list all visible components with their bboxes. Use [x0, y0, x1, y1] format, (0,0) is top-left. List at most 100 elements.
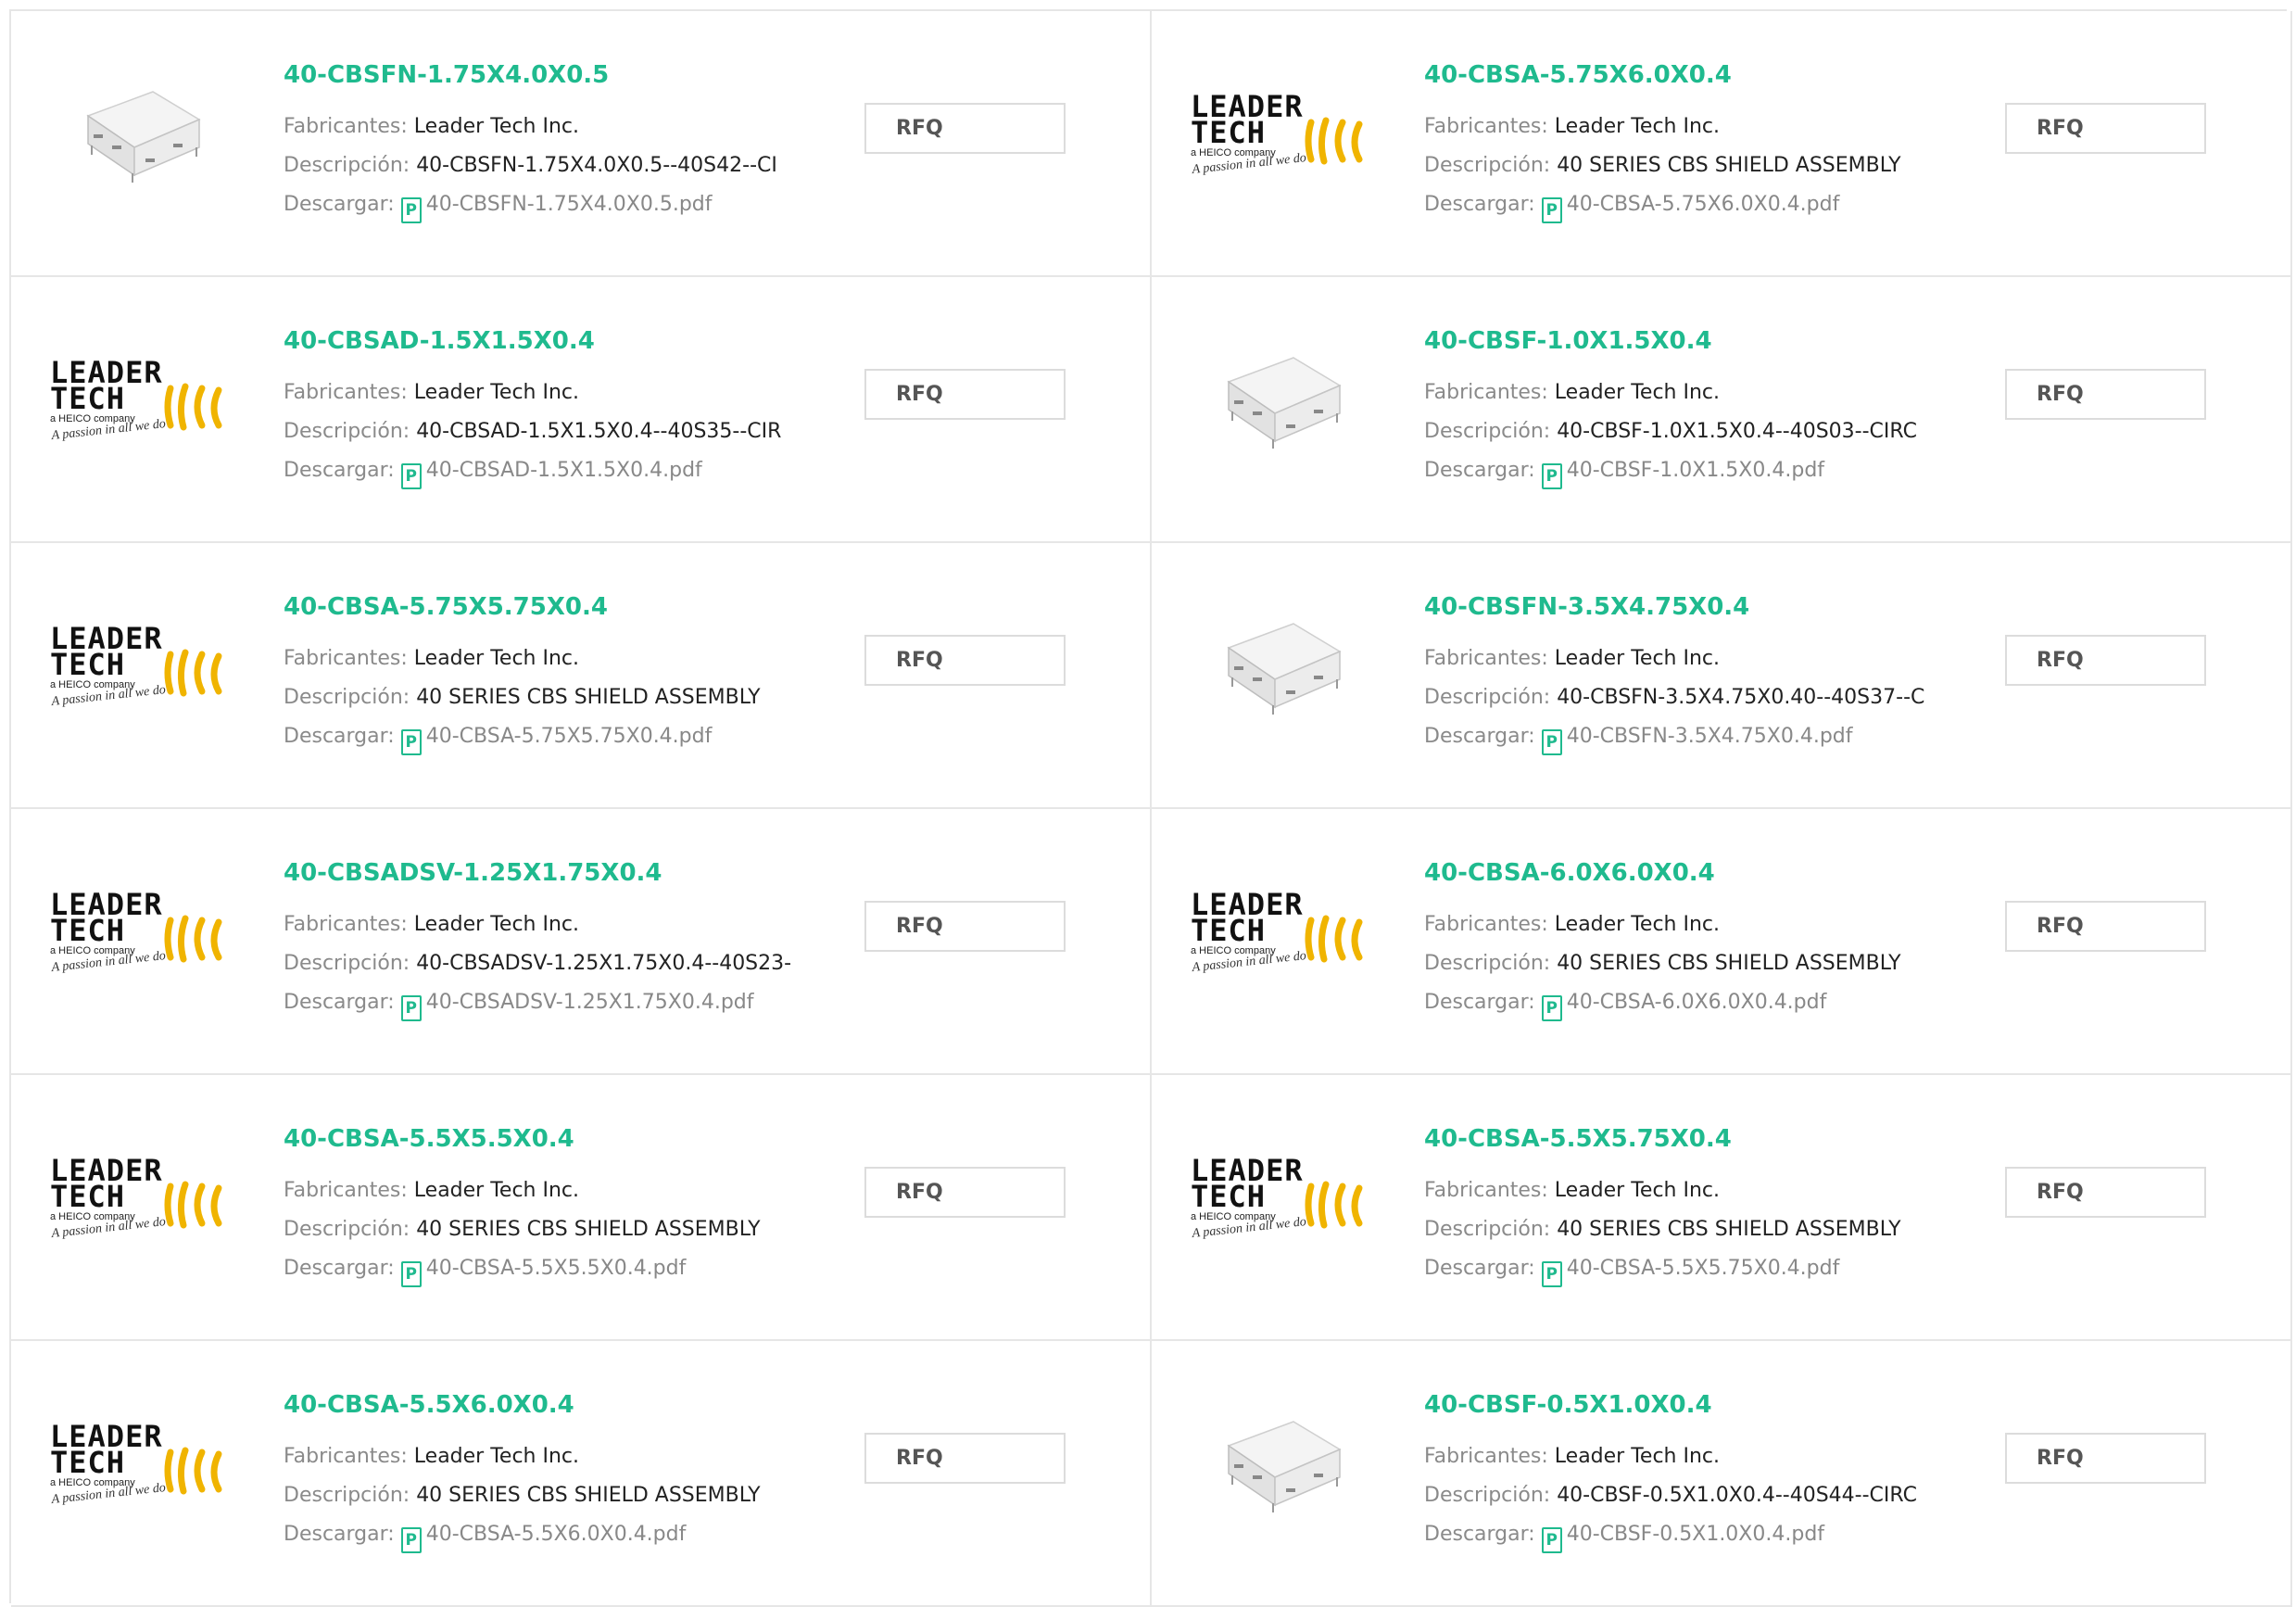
download-label: Descargar:: [1424, 459, 1535, 482]
rfq-button[interactable]: RFQ: [864, 1167, 1066, 1218]
manufacturer-row: Fabricantes: Leader Tech Inc.: [1424, 905, 1943, 944]
datasheet-filename: 40-CBSADSV-1.25X1.75X0.4.pdf: [425, 991, 754, 1014]
datasheet-link[interactable]: P 40-CBSA-5.5X5.75X0.4.pdf: [1541, 1257, 1839, 1287]
datasheet-link[interactable]: P 40-CBSF-0.5X1.0X0.4.pdf: [1541, 1523, 1825, 1553]
product-thumbnail[interactable]: LEADER TECH a HEICO company A passion in al…: [1189, 1126, 1374, 1274]
download-row: Descargar: P 40-CBSA-5.5X5.5X0.4.pdf: [284, 1249, 802, 1288]
product-thumbnail[interactable]: [48, 62, 233, 210]
datasheet-filename: 40-CBSF-0.5X1.0X0.4.pdf: [1566, 1523, 1825, 1546]
rfq-button[interactable]: RFQ: [2005, 369, 2206, 420]
pdf-icon: P: [400, 729, 422, 755]
description-value: 40-CBSF-0.5X1.0X0.4--40S44--CIRC: [1557, 1484, 1917, 1507]
manufacturer-label: Fabricantes:: [1424, 1445, 1548, 1468]
product-name-link[interactable]: 40-CBSA-5.75X6.0X0.4: [1424, 61, 1943, 89]
manufacturer-label: Fabricantes:: [284, 1445, 408, 1468]
download-label: Descargar:: [284, 193, 395, 216]
pdf-icon: P: [1541, 463, 1562, 489]
product-thumbnail[interactable]: LEADER TECH a HEICO company A passion in al…: [48, 1126, 233, 1274]
product-thumbnail[interactable]: LEADER TECH a HEICO company A passion in al…: [1189, 860, 1374, 1008]
rfq-button[interactable]: RFQ: [864, 901, 1066, 952]
product-name-link[interactable]: 40-CBSF-0.5X1.0X0.4: [1424, 1391, 1943, 1419]
product-thumbnail[interactable]: LEADER TECH a HEICO company A passion in al…: [1189, 62, 1374, 210]
datasheet-link[interactable]: P 40-CBSFN-3.5X4.75X0.4.pdf: [1541, 725, 1853, 755]
datasheet-link[interactable]: P 40-CBSA-5.5X6.0X0.4.pdf: [400, 1523, 687, 1553]
svg-text:TECH: TECH: [50, 381, 125, 416]
product-info: 40-CBSFN-3.5X4.75X0.4 Fabricantes: Leade…: [1424, 593, 1943, 756]
rfq-button[interactable]: RFQ: [864, 635, 1066, 686]
datasheet-link[interactable]: P 40-CBSFN-1.75X4.0X0.5.pdf: [400, 193, 713, 223]
description-row: Descripción: 40 SERIES CBS SHIELD ASSEMB…: [284, 678, 802, 717]
manufacturer-label: Fabricantes:: [284, 1179, 408, 1202]
product-name-link[interactable]: 40-CBSF-1.0X1.5X0.4: [1424, 327, 1943, 355]
download-label: Descargar:: [284, 725, 395, 748]
download-row: Descargar: P 40-CBSA-5.75X6.0X0.4.pdf: [1424, 185, 1943, 224]
manufacturer-value: Leader Tech Inc.: [413, 1179, 580, 1202]
manufacturer-label: Fabricantes:: [284, 913, 408, 936]
description-row: Descripción: 40-CBSAD-1.5X1.5X0.4--40S35…: [284, 412, 802, 451]
datasheet-link[interactable]: P 40-CBSA-5.75X6.0X0.4.pdf: [1541, 193, 1839, 223]
datasheet-link[interactable]: P 40-CBSADSV-1.25X1.75X0.4.pdf: [400, 991, 754, 1021]
download-label: Descargar:: [1424, 991, 1535, 1014]
product-info: 40-CBSF-0.5X1.0X0.4 Fabricantes: Leader …: [1424, 1391, 1943, 1554]
product-thumbnail[interactable]: [1189, 1392, 1374, 1540]
manufacturer-row: Fabricantes: Leader Tech Inc.: [284, 1171, 802, 1210]
rfq-button[interactable]: RFQ: [864, 1433, 1066, 1484]
description-row: Descripción: 40-CBSFN-3.5X4.75X0.40--40S…: [1424, 678, 1943, 717]
shield-chip-image: [1227, 623, 1342, 715]
rfq-button[interactable]: RFQ: [2005, 635, 2206, 686]
product-name-link[interactable]: 40-CBSA-5.5X5.5X0.4: [284, 1125, 802, 1153]
manufacturer-label: Fabricantes:: [1424, 115, 1548, 138]
product-name-link[interactable]: 40-CBSA-6.0X6.0X0.4: [1424, 859, 1943, 887]
svg-text:TECH: TECH: [1191, 115, 1266, 150]
product-name-link[interactable]: 40-CBSA-5.5X6.0X0.4: [284, 1391, 802, 1419]
product-thumbnail[interactable]: LEADER TECH a HEICO company A passion in al…: [48, 328, 233, 476]
description-value: 40-CBSFN-3.5X4.75X0.40--40S37--C: [1557, 686, 1925, 709]
product-thumbnail[interactable]: LEADER TECH a HEICO company A passion in al…: [48, 594, 233, 742]
manufacturer-label: Fabricantes:: [284, 647, 408, 670]
datasheet-link[interactable]: P 40-CBSAD-1.5X1.5X0.4.pdf: [400, 459, 702, 489]
datasheet-link[interactable]: P 40-CBSF-1.0X1.5X0.4.pdf: [1541, 459, 1824, 489]
description-row: Descripción: 40-CBSF-0.5X1.0X0.4--40S44-…: [1424, 1476, 1943, 1515]
datasheet-link[interactable]: P 40-CBSA-5.5X5.5X0.4.pdf: [400, 1257, 686, 1287]
manufacturer-value: Leader Tech Inc.: [413, 913, 580, 936]
product-thumbnail[interactable]: [1189, 594, 1374, 742]
download-row: Descargar: P 40-CBSADSV-1.25X1.75X0.4.pdf: [284, 983, 802, 1022]
product-info: 40-CBSADSV-1.25X1.75X0.4 Fabricantes: Le…: [284, 859, 802, 1022]
description-value: 40-CBSADSV-1.25X1.75X0.4--40S23-: [416, 952, 792, 975]
datasheet-filename: 40-CBSA-5.5X6.0X0.4.pdf: [425, 1523, 687, 1546]
description-label: Descripción:: [284, 154, 410, 177]
download-label: Descargar:: [284, 991, 395, 1014]
datasheet-link[interactable]: P 40-CBSA-6.0X6.0X0.4.pdf: [1541, 991, 1826, 1021]
product-name-link[interactable]: 40-CBSADSV-1.25X1.75X0.4: [284, 859, 802, 887]
product-thumbnail[interactable]: LEADER TECH a HEICO company A passion in al…: [48, 860, 233, 1008]
product-name-link[interactable]: 40-CBSA-5.75X5.75X0.4: [284, 593, 802, 621]
rfq-button[interactable]: RFQ: [2005, 103, 2206, 154]
pdf-icon: P: [400, 197, 422, 223]
manufacturer-row: Fabricantes: Leader Tech Inc.: [284, 373, 802, 412]
description-value: 40-CBSF-1.0X1.5X0.4--40S03--CIRC: [1557, 420, 1917, 443]
rfq-button[interactable]: RFQ: [2005, 1167, 2206, 1218]
leader-tech-logo: LEADERTECHa HEICO companyA passion in al…: [50, 1153, 222, 1241]
rfq-button[interactable]: RFQ: [2005, 901, 2206, 952]
download-label: Descargar:: [284, 1523, 395, 1546]
download-row: Descargar: P 40-CBSA-5.5X5.75X0.4.pdf: [1424, 1249, 1943, 1288]
product-info: 40-CBSA-5.5X6.0X0.4 Fabricantes: Leader …: [284, 1391, 802, 1554]
rfq-button[interactable]: RFQ: [864, 103, 1066, 154]
description-row: Descripción: 40 SERIES CBS SHIELD ASSEMB…: [284, 1210, 802, 1249]
datasheet-link[interactable]: P 40-CBSA-5.75X5.75X0.4.pdf: [400, 725, 712, 755]
datasheet-filename: 40-CBSFN-1.75X4.0X0.5.pdf: [425, 193, 713, 216]
product-name-link[interactable]: 40-CBSFN-1.75X4.0X0.5: [284, 61, 802, 89]
rfq-button[interactable]: RFQ: [864, 369, 1066, 420]
product-thumbnail[interactable]: LEADER TECH a HEICO company A passion in al…: [48, 1392, 233, 1540]
description-label: Descripción:: [284, 686, 410, 709]
product-name-link[interactable]: 40-CBSFN-3.5X4.75X0.4: [1424, 593, 1943, 621]
product-info: 40-CBSA-5.75X6.0X0.4 Fabricantes: Leader…: [1424, 61, 1943, 224]
svg-text:TECH: TECH: [50, 647, 125, 682]
product-name-link[interactable]: 40-CBSA-5.5X5.75X0.4: [1424, 1125, 1943, 1153]
product-card: 40-CBSFN-1.75X4.0X0.5 Fabricantes: Leade…: [11, 11, 1152, 277]
svg-text:TECH: TECH: [1191, 913, 1266, 948]
description-value: 40 SERIES CBS SHIELD ASSEMBLY: [1557, 952, 1901, 975]
rfq-button[interactable]: RFQ: [2005, 1433, 2206, 1484]
product-thumbnail[interactable]: [1189, 328, 1374, 476]
product-name-link[interactable]: 40-CBSAD-1.5X1.5X0.4: [284, 327, 802, 355]
